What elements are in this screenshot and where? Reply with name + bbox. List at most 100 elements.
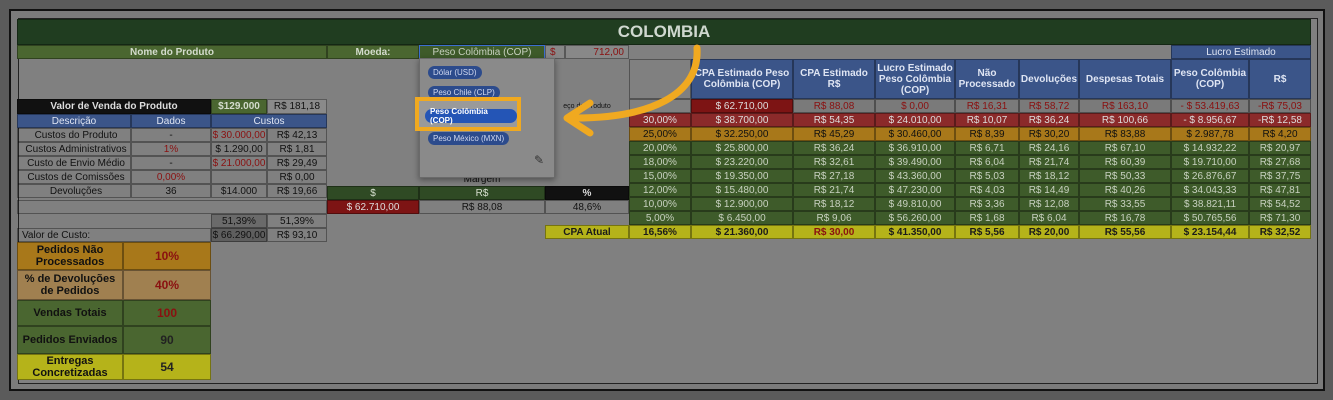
currency-label: Moeda: — [327, 45, 419, 59]
cpa-pct[interactable]: 20,00% — [629, 141, 691, 155]
table-cell: R$ 58,72 — [1019, 99, 1079, 113]
cost-row-data[interactable]: - — [131, 156, 211, 170]
col-data: Dados — [131, 114, 211, 128]
option-mxn[interactable]: Peso México (MXN) — [428, 132, 510, 145]
margin-value-brl: R$ 88,08 — [419, 200, 545, 214]
table-cell: R$ 163,10 — [1079, 99, 1171, 113]
table-cell: R$ 3,36 — [955, 197, 1019, 211]
table-cell: $ 25.800,00 — [691, 141, 793, 155]
currency-select[interactable]: Peso Colômbia (COP) — [419, 45, 545, 59]
table-cell: R$ 71,30 — [1249, 211, 1311, 225]
cost-row-cost[interactable]: $ 30.000,00 — [211, 128, 267, 142]
cost-row-data[interactable]: - — [131, 128, 211, 142]
cost-row-desc: Custos do Produto — [17, 128, 131, 142]
currency-symbol: $ — [545, 45, 565, 59]
stat-label: Entregas Concretizadas — [17, 354, 123, 380]
exchange-rate-cell[interactable]: 712,00 — [565, 45, 629, 59]
cost-row-brl: R$ 42,13 — [267, 128, 327, 142]
table-cell: R$ 33,55 — [1079, 197, 1171, 211]
table-cell: R$ 6,04 — [1019, 211, 1079, 225]
cost-row-cost[interactable]: $ 21.000,00 — [211, 156, 267, 170]
table-cell: R$ 37,75 — [1249, 169, 1311, 183]
table-header-3: Não Processado — [955, 59, 1019, 99]
cost-row-brl: R$ 19,66 — [267, 184, 327, 198]
empty-row — [17, 200, 327, 214]
table-cell: R$ 100,66 — [1079, 113, 1171, 127]
table-cell: $ 24.010,00 — [875, 113, 955, 127]
table-cell: R$ 32,61 — [793, 155, 875, 169]
cpa-pct[interactable]: 15,00% — [629, 169, 691, 183]
cost-row-data[interactable]: 36 — [131, 184, 211, 198]
table-cell: R$ 36,24 — [1019, 113, 1079, 127]
table-cell: $ 30.460,00 — [875, 127, 955, 141]
cpa-pct[interactable]: 10,00% — [629, 197, 691, 211]
cost-row-desc: Custos de Comissões — [17, 170, 131, 184]
cpa-pct[interactable]: 5,00% — [629, 211, 691, 225]
table-cell: R$ 4,20 — [1249, 127, 1311, 141]
table-cell: R$ 27,18 — [793, 169, 875, 183]
cpa-pct[interactable]: 30,00% — [629, 113, 691, 127]
cost-row-brl: R$ 1,81 — [267, 142, 327, 156]
table-cell: $ 19.710,00 — [1171, 155, 1249, 169]
cpa-current-cell: $ 41.350,00 — [875, 225, 955, 239]
estimated-profit-header: Lucro Estimado — [1171, 45, 1311, 59]
cost-row-cost[interactable] — [211, 170, 267, 184]
table-header-2: Lucro Estimado Peso Colômbia (COP) — [875, 59, 955, 99]
sale-value-cop[interactable]: $129.000 — [211, 99, 267, 114]
stat-value[interactable]: 100 — [123, 300, 211, 326]
cpa-pct[interactable]: 25,00% — [629, 127, 691, 141]
table-cell: $ 15.480,00 — [691, 183, 793, 197]
table-cell: $ 56.260,00 — [875, 211, 955, 225]
table-cell: $ 2.987,78 — [1171, 127, 1249, 141]
margin-header-cop: $ — [327, 186, 419, 200]
stat-label: % de Devoluções de Pedidos — [17, 270, 123, 300]
stat-value[interactable]: 10% — [123, 242, 211, 270]
cpa-current-cell: R$ 30,00 — [793, 225, 875, 239]
option-usd[interactable]: Dólar (USD) — [428, 66, 482, 79]
table-cell: R$ 20,97 — [1249, 141, 1311, 155]
cost-row-data[interactable]: 1% — [131, 142, 211, 156]
margin-header-pct: % — [545, 186, 629, 200]
table-cell: - $ 8.956,67 — [1171, 113, 1249, 127]
col-costs: Custos — [211, 114, 327, 128]
table-cell: $ 32.250,00 — [691, 127, 793, 141]
cpa-pct[interactable]: 18,00% — [629, 155, 691, 169]
table-cell: R$ 16,78 — [1079, 211, 1171, 225]
table-cell: R$ 60,39 — [1079, 155, 1171, 169]
table-cell: $ 38.821,11 — [1171, 197, 1249, 211]
table-cell: R$ 36,24 — [793, 141, 875, 155]
table-cell: $ 49.810,00 — [875, 197, 955, 211]
table-cell: R$ 24,16 — [1019, 141, 1079, 155]
header-spacer — [629, 59, 691, 99]
cost-row-data[interactable]: 0,00% — [131, 170, 211, 184]
table-cell: R$ 50,33 — [1079, 169, 1171, 183]
table-header-5: Despesas Totais — [1079, 59, 1171, 99]
option-cop-selected[interactable]: Peso Colômbia (COP) — [425, 107, 517, 125]
pencil-icon[interactable]: ✎ — [534, 153, 544, 167]
table-cell: $ 62.710,00 — [691, 99, 793, 113]
cpa-current-cell: R$ 32,52 — [1249, 225, 1311, 239]
table-cell: R$ 30,20 — [1019, 127, 1079, 141]
stat-value[interactable]: 90 — [123, 326, 211, 354]
table-cell: R$ 67,10 — [1079, 141, 1171, 155]
table-header-0: CPA Estimado Peso Colômbia (COP) — [691, 59, 793, 99]
cost-row-cost[interactable]: $14.000 — [211, 184, 267, 198]
table-cell: -R$ 75,03 — [1249, 99, 1311, 113]
partial-label-behind-dropdown: eço do Produto — [563, 102, 611, 110]
cpa-pct[interactable]: 12,00% — [629, 183, 691, 197]
sheet-title: COLOMBIA — [17, 19, 1311, 45]
table-cell: R$ 54,35 — [793, 113, 875, 127]
cost-row-cost[interactable]: $ 1.290,00 — [211, 142, 267, 156]
sale-value-label: Valor de Venda do Produto — [17, 99, 211, 114]
stat-label: Pedidos Enviados — [17, 326, 123, 354]
cost-row-brl: R$ 29,49 — [267, 156, 327, 170]
cpa-pct[interactable] — [629, 99, 691, 113]
stat-value[interactable]: 54 — [123, 354, 211, 380]
table-cell: R$ 16,31 — [955, 99, 1019, 113]
table-cell: - $ 53.419,63 — [1171, 99, 1249, 113]
table-cell: R$ 21,74 — [793, 183, 875, 197]
table-cell: R$ 21,74 — [1019, 155, 1079, 169]
cpa-current-label: CPA Atual — [545, 225, 629, 239]
stat-value[interactable]: 40% — [123, 270, 211, 300]
table-cell: R$ 40,26 — [1079, 183, 1171, 197]
